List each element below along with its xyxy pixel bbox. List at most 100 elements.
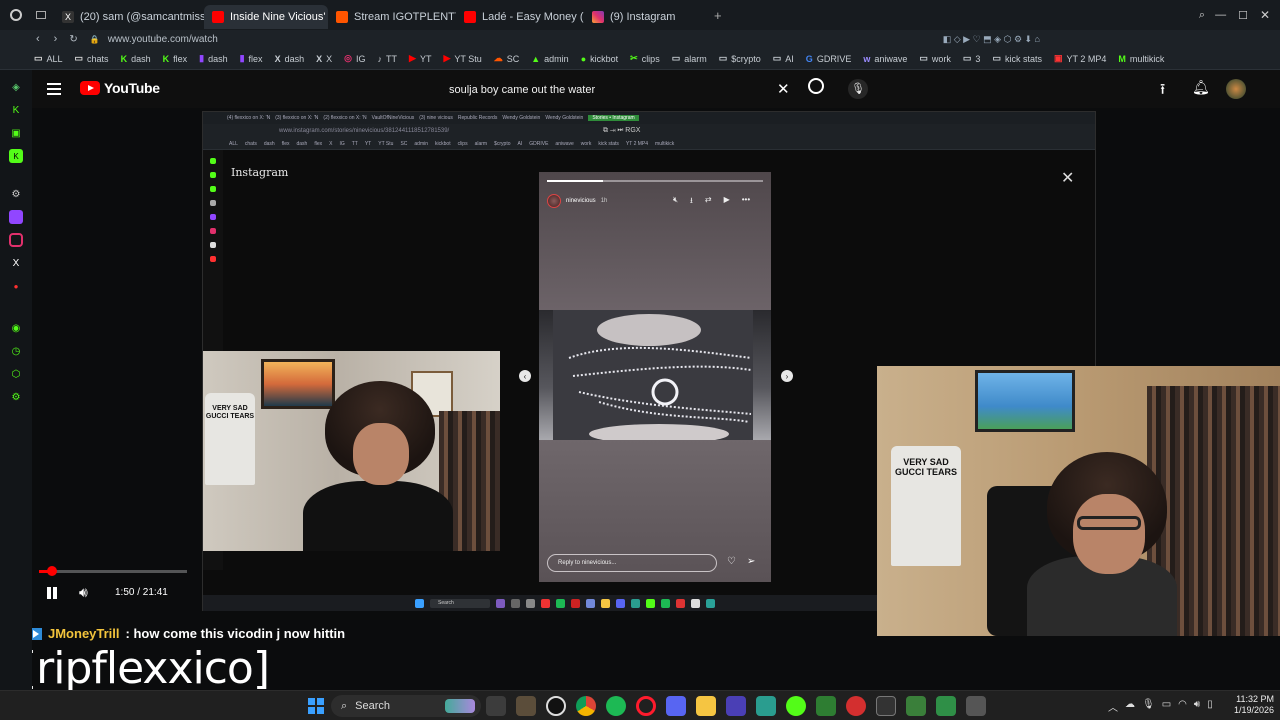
kick-icon[interactable]: K — [9, 103, 23, 117]
glasses — [1077, 516, 1141, 530]
volume-icon[interactable]: 🔊︎ — [79, 584, 88, 601]
x-icon[interactable]: X — [9, 256, 23, 270]
battery-icon[interactable]: ▯ — [1207, 699, 1213, 714]
player-icon[interactable]: ◉ — [9, 321, 23, 335]
instagram-icon[interactable] — [9, 233, 23, 247]
spotify-icon[interactable] — [606, 696, 626, 716]
new-tab-icon[interactable]: + — [714, 8, 722, 23]
tab-overview-icon[interactable] — [36, 11, 46, 19]
cloud-icon[interactable]: ☁ — [1125, 699, 1135, 714]
extensions-icon[interactable]: ◧ ◇ ▶ ♡ ⬒ ◈ ⬡ ⚙ ⬇ ⌂ — [943, 34, 1040, 45]
bookmark[interactable]: ▭ 3 — [963, 53, 981, 64]
bookmark[interactable]: Kflex — [163, 54, 188, 64]
hamburger-menu-icon[interactable] — [47, 83, 61, 95]
file-explorer-icon[interactable] — [696, 696, 716, 716]
close-icon: ✕ — [1061, 170, 1075, 187]
bookmark[interactable]: Xdash — [275, 54, 305, 64]
app-icon[interactable] — [966, 696, 986, 716]
bookmark[interactable]: w aniwave — [863, 54, 907, 64]
opera-menu-icon[interactable] — [10, 9, 22, 21]
clear-search-icon[interactable]: ✕ — [777, 80, 790, 98]
app-icon[interactable] — [906, 696, 926, 716]
chevron-up-icon[interactable]: ︿ — [1108, 699, 1118, 714]
bookmark[interactable]: ▭ work — [919, 53, 951, 64]
search-input[interactable]: soulja boy came out the water — [437, 76, 832, 104]
bookmark[interactable]: ☁ SC — [494, 53, 520, 64]
search-icon[interactable]: ⌕ — [1199, 9, 1205, 22]
extensions-icon[interactable]: ⬡ — [9, 367, 23, 381]
app-icon[interactable] — [816, 696, 836, 716]
forward-icon[interactable]: › — [54, 33, 58, 45]
video-player[interactable]: (4) flexxico on X: 'N (3) flexxico on X:… — [32, 108, 1280, 690]
volume-icon[interactable]: 🔊︎ — [1194, 699, 1200, 714]
kick-icon[interactable]: ▣ — [9, 126, 23, 140]
obs-icon[interactable] — [546, 696, 566, 716]
windows-start-icon[interactable] — [308, 698, 324, 714]
avatar[interactable] — [1226, 79, 1246, 99]
bookmark[interactable]: Mmultikick — [1118, 54, 1164, 64]
close-icon[interactable]: ✕ — [1260, 8, 1270, 22]
maximize-icon[interactable]: ☐ — [1238, 9, 1248, 22]
tab-1[interactable]: Inside Nine Vicious' N — [204, 5, 328, 29]
bookmark[interactable]: ▮ flex — [240, 53, 263, 64]
bookmark[interactable]: G GDRIVE — [806, 54, 852, 64]
pause-button[interactable] — [45, 586, 59, 600]
wifi-icon[interactable]: ◠ — [1178, 699, 1187, 714]
app-icon[interactable] — [786, 696, 806, 716]
bookmark[interactable]: ✂ clips — [630, 53, 660, 64]
app-icon[interactable] — [936, 696, 956, 716]
clock[interactable]: 11:32 PM 1/19/2026 — [1226, 694, 1274, 716]
bookmark[interactable]: ▭ kick stats — [992, 53, 1042, 64]
tab-3[interactable]: Ladé - Easy Money (Offic — [456, 5, 584, 29]
settings-icon[interactable]: ⚙ — [9, 187, 23, 201]
record-icon[interactable]: ● — [9, 279, 23, 293]
app-icon[interactable] — [726, 696, 746, 716]
taskbar-search[interactable]: ⌕ Search — [331, 695, 481, 717]
twitch-icon[interactable] — [9, 210, 23, 224]
search-icon[interactable] — [808, 78, 824, 94]
tab-2[interactable]: Stream IGOTPLENTYDICK — [328, 5, 456, 29]
bookmark[interactable]: ▭ ALL — [34, 53, 63, 64]
bookmark[interactable]: ▭ $crypto — [719, 53, 761, 64]
windows-icon — [415, 598, 424, 608]
bookmark[interactable]: ▲ admin — [531, 54, 568, 64]
app-icon[interactable] — [516, 696, 536, 716]
bookmark[interactable]: ▮ dash — [199, 53, 227, 64]
upload-icon[interactable]: ⭱ — [1160, 79, 1165, 104]
discord-icon[interactable]: ◈ — [9, 80, 23, 94]
gear-icon[interactable]: ⚙ — [9, 390, 23, 404]
bookmark[interactable]: ▭ alarm — [672, 53, 707, 64]
bookmark[interactable]: XX — [316, 54, 332, 64]
app-icon[interactable] — [756, 696, 776, 716]
task-view-icon[interactable] — [486, 696, 506, 716]
tab-0[interactable]: X (20) sam (@samcantmiss — [54, 5, 204, 29]
microphone-icon[interactable]: 🎙 — [848, 79, 868, 99]
notifications-bell-icon[interactable]: 🔔︎ — [1192, 79, 1210, 96]
minimize-icon[interactable]: — — [1215, 9, 1226, 21]
app-icon[interactable] — [846, 696, 866, 716]
bookmark[interactable]: ● kickbot — [581, 54, 618, 64]
bookmark[interactable]: ▶ YT — [409, 53, 431, 64]
progress-scrubber[interactable] — [46, 566, 57, 576]
bookmark[interactable]: ▭ AI — [773, 53, 794, 64]
reload-icon[interactable]: ↻ — [69, 34, 77, 45]
kick-icon[interactable]: K — [9, 149, 23, 163]
tab-4[interactable]: (9) Instagram — [584, 5, 708, 29]
monitor-icon[interactable]: ▭ — [1162, 699, 1171, 714]
microphone-icon[interactable]: 🎙︎ — [1142, 699, 1155, 714]
terminal-icon[interactable] — [876, 696, 896, 716]
bookmark[interactable]: ◎ IG — [344, 53, 365, 64]
bookmark[interactable]: ▭ chats — [75, 53, 109, 64]
bookmark[interactable]: Kdash — [121, 54, 151, 64]
youtube-logo[interactable]: YouTube — [80, 80, 160, 96]
chrome-icon[interactable] — [576, 696, 596, 716]
history-icon[interactable]: ◷ — [9, 344, 23, 358]
bookmark[interactable]: ♪ TT — [378, 54, 398, 64]
bookmark[interactable]: ▶ YT Stu — [443, 53, 481, 64]
url-field[interactable]: www.youtube.com/watch — [108, 34, 218, 45]
progress-bar[interactable] — [39, 566, 187, 576]
bookmark[interactable]: ▣ YT 2 MP4 — [1054, 53, 1106, 64]
back-icon[interactable]: ‹ — [36, 33, 40, 45]
discord-icon[interactable] — [666, 696, 686, 716]
opera-icon[interactable] — [636, 696, 656, 716]
